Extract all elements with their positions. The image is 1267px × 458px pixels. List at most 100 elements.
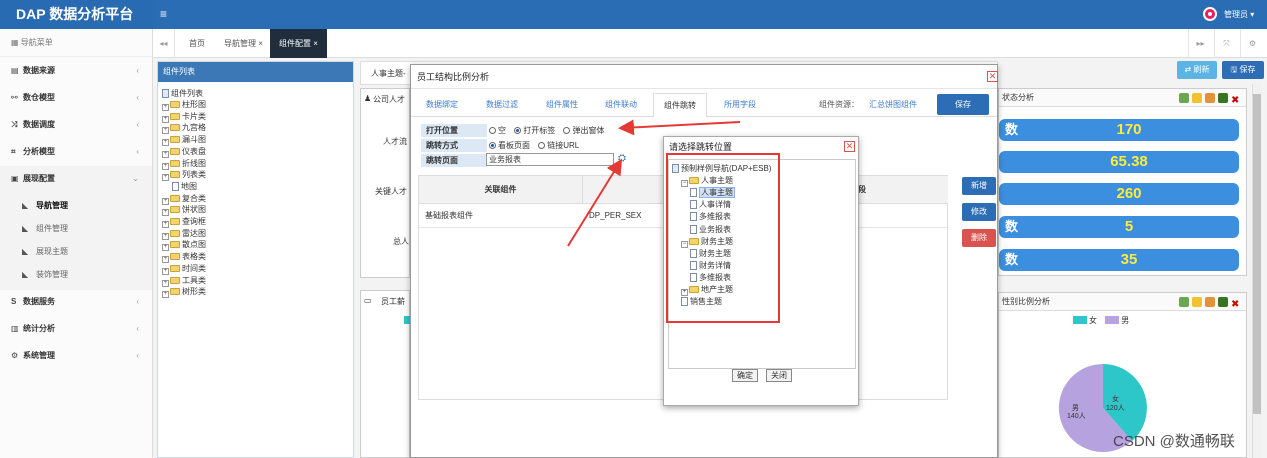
sidebar-item-1[interactable]: ⚯ 数仓模型 ‹ [0, 84, 152, 111]
sidebar-bottom-item-2[interactable]: ⚙ 系统管理 ‹ [0, 342, 152, 369]
gear-icon[interactable]: ⚙ [1240, 29, 1264, 58]
edit-icon[interactable] [1205, 297, 1215, 307]
tree-node[interactable]: + 折线图 [162, 158, 206, 170]
edit-button[interactable]: 修改 [962, 203, 996, 221]
tree-node[interactable]: + 柱形图 [162, 99, 206, 111]
sidebar-subitem-3[interactable]: ◣ 装饰管理 [0, 263, 152, 286]
delete-icon[interactable]: ✖ [1231, 96, 1241, 106]
watermark: CSDN @数通畅联 [1113, 433, 1235, 450]
jump-mode-board[interactable]: 看板页面 [489, 139, 530, 152]
user-menu[interactable]: 管理员 ▾ [1224, 0, 1254, 29]
panel-tools: ✖ [1176, 92, 1241, 106]
edit-icon[interactable] [1205, 93, 1215, 103]
sidebar-subitem-0[interactable]: ◣ 导航管理 [0, 194, 152, 217]
sidebar-subitem-1[interactable]: ◣ 组件管理 [0, 217, 152, 240]
radio-board-page[interactable] [489, 142, 496, 149]
close-icon[interactable]: ✕ [987, 71, 998, 82]
talent-row-1: 人才流 [383, 137, 407, 146]
tree-node[interactable]: + 漏斗图 [162, 134, 206, 147]
tab-component-config[interactable]: 组件配置 × [270, 29, 327, 58]
tree-node[interactable]: + 散点图 [162, 239, 206, 252]
jump-page-input[interactable]: 业务报表 [486, 153, 614, 166]
tab-prev-icon[interactable]: ◂◂ [153, 29, 175, 58]
user-location-icon[interactable] [1203, 7, 1217, 21]
gear-icon[interactable] [1218, 297, 1228, 307]
tree-node[interactable]: + 列表类 [162, 169, 206, 182]
folder-icon [170, 159, 180, 167]
tab-used-fields[interactable]: 所用字段 [724, 93, 756, 117]
tree-node[interactable]: + 仪表盘 [162, 146, 206, 158]
sidebar-item-label: 分析模型 [23, 147, 55, 156]
add-button[interactable]: 新增 [962, 177, 996, 195]
talent-panel: ♟ 公司人才 人才流 关键人才 总人 [360, 88, 410, 278]
open-pos-empty[interactable]: 空 [489, 124, 506, 137]
tab-home[interactable]: 首页 [180, 29, 214, 58]
expand-icon[interactable]: + [162, 291, 169, 299]
tree-node[interactable]: + 表格类 [162, 251, 206, 264]
tree-node[interactable]: + 饼状图 [162, 204, 206, 217]
delete-icon[interactable]: ✖ [1231, 300, 1241, 310]
folder-icon [170, 241, 180, 249]
tree-root[interactable]: 组件列表 [162, 88, 203, 99]
settings-icon[interactable] [1192, 93, 1202, 103]
tree-node[interactable]: + 复合类 [162, 193, 206, 205]
delete-button[interactable]: 删除 [962, 229, 996, 247]
tree-node[interactable]: 地图 [162, 181, 197, 192]
tree-node[interactable]: + 雷达图 [162, 228, 206, 240]
tab-data-filter[interactable]: 数据过滤 [486, 93, 518, 117]
refresh-button[interactable]: ⇄ 刷新 [1177, 61, 1217, 79]
table-cell-component[interactable]: 基础报表组件 [425, 206, 473, 226]
radio-open-tab[interactable] [514, 127, 522, 134]
tree-node[interactable]: + 时间类 [162, 263, 206, 275]
open-pos-popup[interactable]: 弹出窗体 [563, 124, 604, 137]
tab-next-icon[interactable]: ▸▸ [1188, 29, 1212, 58]
tab-component-link[interactable]: 组件联动 [605, 93, 637, 117]
sidebar-subitem-2[interactable]: ◣ 展现主题 [0, 240, 152, 263]
sidebar-bottom-item-1[interactable]: ▥ 统计分析 ‹ [0, 315, 152, 342]
sidebar-item-0[interactable]: ▤ 数据来源 ‹ [0, 57, 152, 84]
sidebar-item-2[interactable]: ⤨ 数据调度 ‹ [0, 111, 152, 138]
confirm-button[interactable]: 确定 [732, 369, 758, 382]
radio-empty[interactable] [489, 127, 496, 134]
resource-value[interactable]: 汇总饼图组件 [869, 93, 917, 117]
sidebar-item-4[interactable]: ▣ 展现配置 ⌄ [0, 165, 152, 192]
sidebar-item-label: 数仓模型 [23, 93, 55, 102]
table-cell-field[interactable]: DP_PER_SEX [589, 206, 641, 226]
tree-node-label: 列表类 [182, 170, 206, 180]
close-button[interactable]: 关闭 [766, 369, 792, 382]
save-layout-button[interactable]: 🖫 保存 [1222, 61, 1264, 79]
legend-male[interactable]: 男 [1121, 316, 1129, 325]
jump-dialog-close-icon[interactable]: ✕ [844, 141, 855, 152]
radio-link-url[interactable] [538, 142, 546, 149]
sidebar-item-label: 数据调度 [23, 120, 55, 129]
sidebar-item-3[interactable]: ⌗ 分析模型 ‹ [0, 138, 152, 165]
settings-icon[interactable] [1192, 297, 1202, 307]
pick-page-icon[interactable]: ⛭ [615, 153, 629, 166]
download-icon[interactable] [1179, 297, 1189, 307]
scrollbar-thumb[interactable] [1253, 94, 1261, 414]
menu-toggle-icon[interactable]: ≡ [160, 0, 167, 29]
legend-female[interactable]: 女 [1089, 316, 1097, 325]
tree-node[interactable]: + 卡片类 [162, 111, 206, 123]
theme-tab[interactable]: 人事主题- [371, 68, 406, 79]
tree-node[interactable]: + 树形类 [162, 286, 206, 299]
tab-component-props[interactable]: 组件属性 [546, 93, 578, 117]
tree-root-icon [162, 89, 169, 98]
salary-panel-title: 员工薪 [381, 297, 405, 306]
radio-popup[interactable] [563, 127, 571, 134]
gear-icon[interactable] [1218, 93, 1228, 103]
tab-component-jump[interactable]: 组件跳转 [653, 93, 707, 118]
sidebar-bottom-item-0[interactable]: S 数据服务 ‹ [0, 288, 152, 315]
folder-icon [170, 136, 180, 144]
download-icon[interactable] [1179, 93, 1189, 103]
dialog-save-button[interactable]: 保存 [937, 94, 989, 115]
tree-node[interactable]: + 工具类 [162, 275, 206, 287]
tree-node[interactable]: + 九宫格 [162, 122, 206, 135]
tab-nav-manage[interactable]: 导航管理 × [215, 29, 272, 58]
jump-mode-url[interactable]: 链接URL [538, 139, 579, 152]
bookmark-icon: ◣ [22, 201, 29, 210]
open-pos-tab[interactable]: 打开标签 [514, 124, 555, 137]
tab-data-binding[interactable]: 数据绑定 [426, 93, 458, 117]
fullscreen-icon[interactable]: ⤧ [1214, 29, 1238, 58]
tree-node[interactable]: + 查询框 [162, 216, 206, 228]
